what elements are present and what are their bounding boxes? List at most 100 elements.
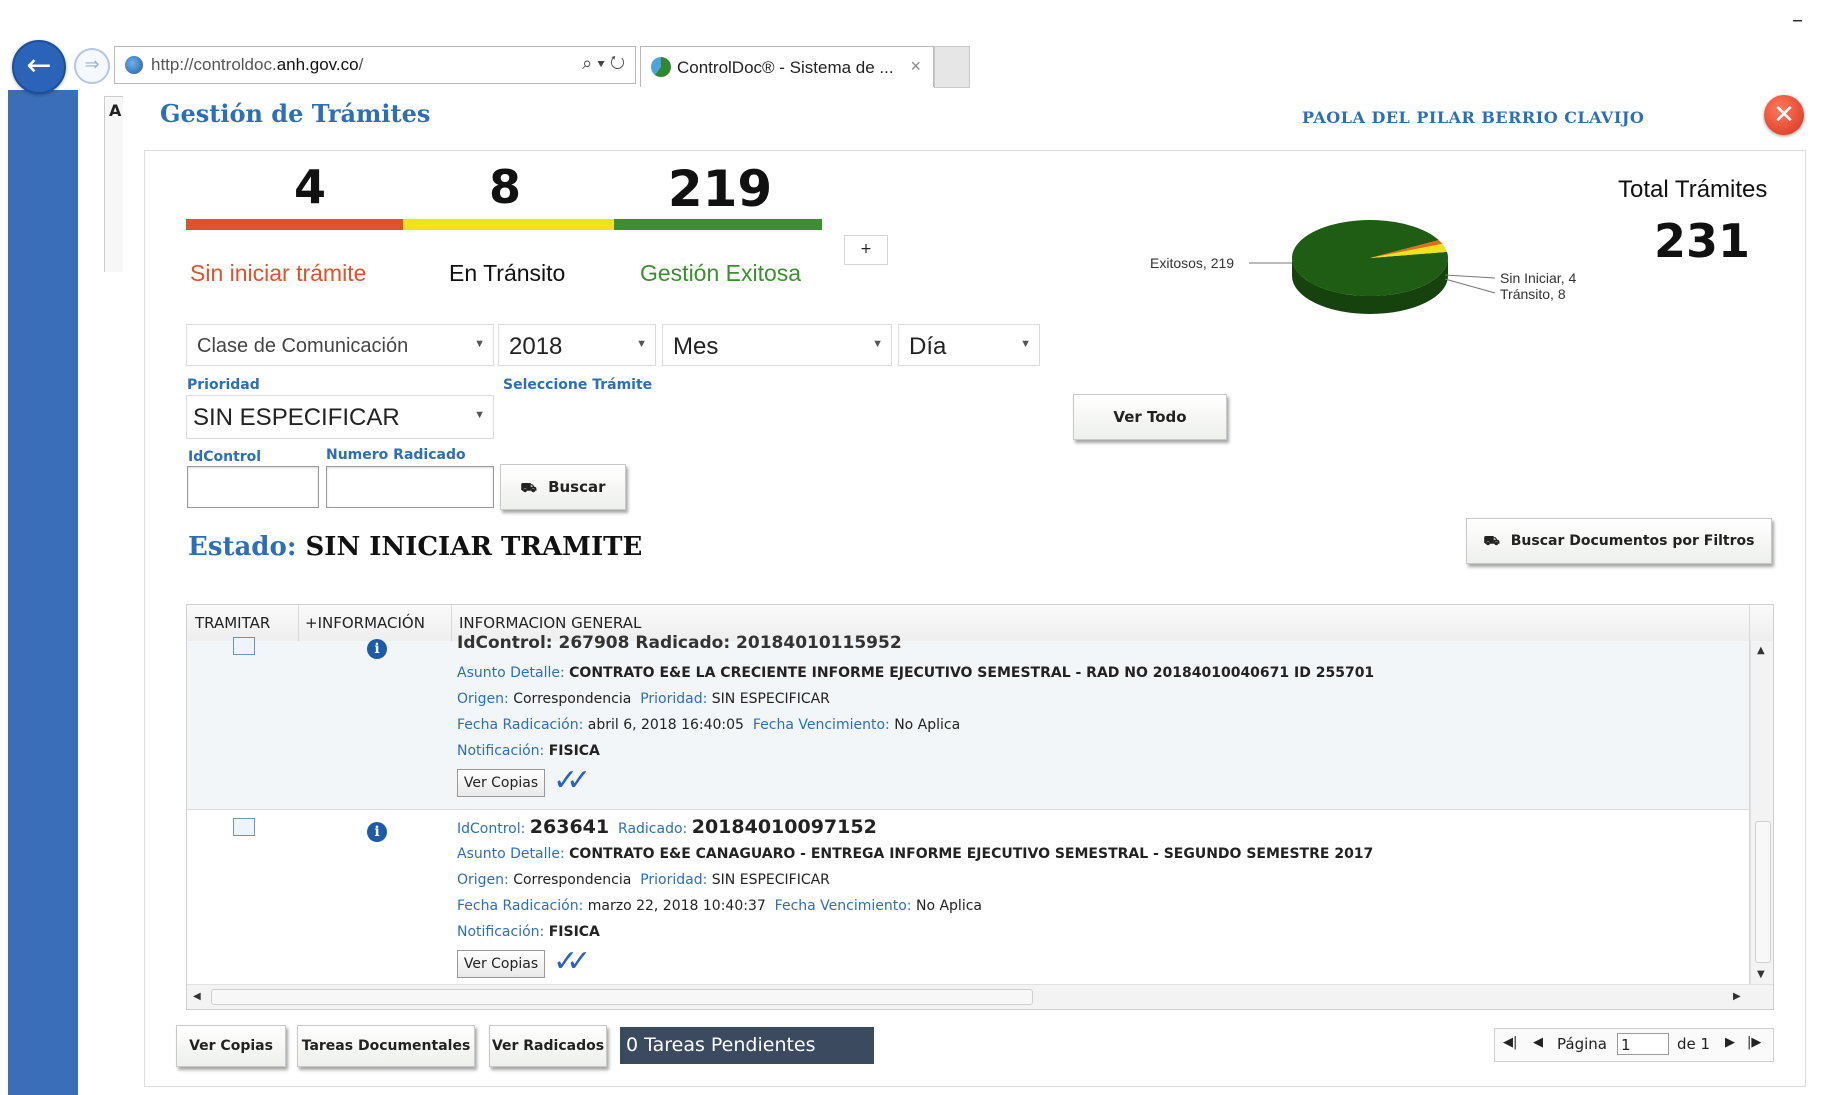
total-tramites-label: Total Trámites	[1618, 176, 1768, 203]
ver-todo-button[interactable]: Ver Todo	[1073, 394, 1227, 440]
pie-label-transito: Tránsito, 8	[1500, 286, 1566, 302]
header-informacion-general[interactable]: INFORMACION GENERAL	[459, 614, 641, 632]
browser-tab[interactable]: ControlDoc® - Sistema de ... ×	[640, 46, 934, 87]
edge-letter: A	[109, 101, 122, 120]
idcontrol-input[interactable]	[187, 466, 319, 508]
row-origen: Origen: Correspondencia Prioridad: SIN E…	[457, 872, 830, 888]
pagina-label: Página	[1557, 1035, 1607, 1053]
scroll-down-icon[interactable]: ▼	[1757, 969, 1765, 980]
buscar-button[interactable]: ⛟ Buscar	[500, 464, 626, 510]
horizontal-scrollbar[interactable]: ◀ ▶	[187, 984, 1773, 1009]
scroll-left-icon[interactable]: ◀	[193, 991, 201, 1002]
row-id-line-partial: IdControl: 267908 Radicado: 201840101159…	[457, 633, 902, 653]
row-fechas: Fecha Radicación: abril 6, 2018 16:40:05…	[457, 717, 961, 733]
estado-heading: Estado: SIN INICIAR TRAMITE	[188, 532, 642, 562]
info-icon[interactable]: i	[367, 822, 387, 842]
row-origen: Origen: Correspondencia Prioridad: SIN E…	[457, 691, 830, 707]
address-bar[interactable]: http://controldoc.anh.gov.co/ ⌕ ▾ ↻	[114, 46, 636, 84]
prioridad-value: SIN ESPECIFICAR	[193, 404, 400, 431]
prev-page-icon[interactable]: ◀	[1533, 1035, 1543, 1050]
chevron-down-icon: ▼	[474, 338, 485, 350]
header-tramitar[interactable]: TRAMITAR	[195, 614, 270, 632]
tramitar-form-icon[interactable]	[233, 818, 255, 836]
site-favicon-icon	[125, 56, 143, 74]
year-value: 2018	[509, 333, 563, 360]
seleccione-tramite-label: Seleccione Trámite	[503, 377, 653, 393]
forward-arrow-icon[interactable]: ⇒	[74, 48, 110, 84]
dia-select[interactable]: Día ▼	[898, 324, 1040, 366]
first-page-icon[interactable]: ◀|	[1503, 1035, 1517, 1050]
next-page-icon[interactable]: ▶	[1725, 1035, 1735, 1050]
background-window-edge: A	[104, 96, 123, 272]
controldoc-favicon-icon	[651, 57, 671, 77]
row-ver-copias-button[interactable]: Ver Copias	[457, 769, 545, 797]
total-tramites-value: 231	[1654, 214, 1751, 268]
table-header: TRAMITAR +INFORMACIÓN INFORMACION GENERA…	[187, 605, 1773, 642]
count-sin-iniciar: 4	[293, 160, 326, 214]
buscar-filtros-label: Buscar Documentos por Filtros	[1510, 533, 1755, 549]
close-icon[interactable]: ✕	[1764, 95, 1804, 135]
minimize-icon[interactable]: –	[1792, 8, 1803, 33]
prioridad-select[interactable]: SIN ESPECIFICAR ▼	[186, 395, 494, 439]
buscar-documentos-filtros-button[interactable]: ⛟ Buscar Documentos por Filtros	[1466, 518, 1772, 564]
buscar-label: Buscar	[548, 478, 606, 496]
clase-comunicacion-select[interactable]: Clase de Comunicación ▼	[186, 324, 494, 366]
bar-sin-iniciar	[186, 219, 403, 230]
row-asunto: Asunto Detalle: CONTRATO E&E LA CRECIENT…	[457, 665, 1375, 681]
ver-copias-button[interactable]: Ver Copias	[176, 1025, 286, 1067]
double-check-icon: ✓✓	[553, 944, 591, 979]
chevron-down-icon: ▼	[1020, 338, 1031, 350]
new-tab-button[interactable]	[934, 46, 970, 88]
estado-value: SIN INICIAR TRAMITE	[305, 532, 643, 562]
page-left-stripe	[8, 90, 78, 1095]
info-icon[interactable]: i	[367, 639, 387, 659]
binoculars-icon: ⛟	[1483, 534, 1500, 549]
scroll-up-icon[interactable]: ▲	[1757, 645, 1765, 656]
clase-comunicacion-value: Clase de Comunicación	[197, 335, 409, 357]
page-title: Gestión de Trámites	[160, 99, 431, 128]
chevron-down-icon: ▼	[474, 409, 485, 421]
horizontal-scroll-thumb[interactable]	[211, 989, 1033, 1005]
user-name: PAOLA DEL PILAR BERRIO CLAVIJO	[1302, 108, 1645, 127]
numero-radicado-input[interactable]	[326, 466, 494, 508]
tareas-pendientes-badge[interactable]: 0 Tareas Pendientes	[620, 1027, 874, 1064]
year-select[interactable]: 2018 ▼	[498, 324, 656, 366]
expand-plus-button[interactable]: +	[844, 235, 888, 265]
tramites-table: TRAMITAR +INFORMACIÓN INFORMACION GENERA…	[186, 604, 1774, 1010]
row-fechas: Fecha Radicación: marzo 22, 2018 10:40:3…	[457, 898, 982, 914]
tramitar-form-icon[interactable]	[233, 637, 255, 655]
last-page-icon[interactable]: |▶	[1747, 1035, 1761, 1050]
numero-radicado-label: Numero Radicado	[326, 447, 466, 463]
dia-value: Día	[909, 333, 947, 360]
header-informacion[interactable]: +INFORMACIÓN	[305, 614, 425, 632]
vertical-scrollbar[interactable]: ▲ ▼	[1750, 641, 1773, 985]
page-number-input[interactable]: 1	[1617, 1033, 1669, 1055]
table-row: i IdControl: 263641 Radicado: 2018401009…	[187, 810, 1749, 985]
table-row: i IdControl: 267908 Radicado: 2018401011…	[187, 633, 1749, 810]
tab-close-icon[interactable]: ×	[910, 56, 921, 77]
row-ver-copias-button[interactable]: Ver Copias	[457, 950, 545, 978]
count-exitosa: 219	[667, 160, 773, 218]
mes-value: Mes	[673, 333, 719, 360]
binoculars-icon: ⛟	[520, 481, 537, 496]
page-total-label: de 1	[1677, 1035, 1711, 1053]
row-notificacion: Notificación: FISICA	[457, 743, 600, 759]
row-notificacion: Notificación: FISICA	[457, 924, 600, 940]
address-tools-icon[interactable]: ⌕ ▾ ↻	[582, 53, 625, 74]
chevron-down-icon: ▼	[872, 338, 883, 350]
tareas-documentales-button[interactable]: Tareas Documentales	[297, 1025, 475, 1067]
ver-radicados-button[interactable]: Ver Radicados	[489, 1025, 607, 1067]
scroll-right-icon[interactable]: ▶	[1733, 991, 1741, 1002]
label-sin-iniciar[interactable]: Sin iniciar trámite	[190, 260, 366, 287]
vertical-scroll-thumb[interactable]	[1755, 821, 1771, 963]
pagination: ◀| ◀ Página 1 de 1 ▶ |▶	[1494, 1028, 1774, 1062]
label-en-transito[interactable]: En Tránsito	[449, 260, 565, 287]
mes-select[interactable]: Mes ▼	[662, 324, 892, 366]
prioridad-label: Prioridad	[187, 377, 260, 393]
row-id-line: IdControl: 263641 Radicado: 201840100971…	[457, 816, 877, 838]
label-gestion-exitosa[interactable]: Gestión Exitosa	[640, 260, 801, 287]
pie-leader-lines	[1249, 262, 1496, 294]
back-arrow-icon[interactable]: ←	[12, 40, 66, 94]
pie-label-sin-iniciar: Sin Iniciar, 4	[1500, 270, 1577, 286]
bar-en-transito	[403, 219, 614, 230]
